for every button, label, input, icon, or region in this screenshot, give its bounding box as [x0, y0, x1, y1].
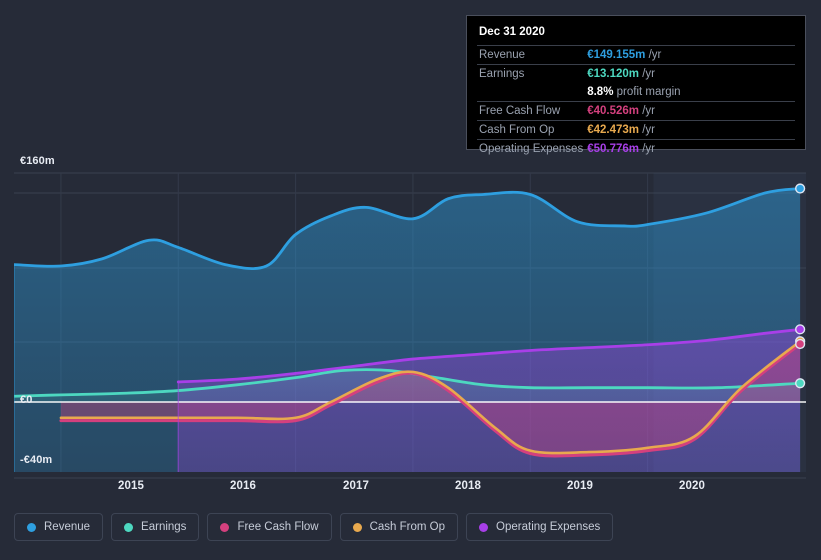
- legend-dot-free-cash-flow: [220, 522, 230, 532]
- tooltip-label-cash-from-op: Cash From Op: [477, 120, 586, 140]
- y-axis-label-0: €0: [20, 394, 33, 406]
- tooltip-row-revenue: Revenue €149.155m /yr: [477, 45, 795, 65]
- tooltip-row-operating-expenses: Operating Expenses €50.776m /yr: [477, 139, 795, 158]
- tooltip-amount-profit-margin: 8.8%: [587, 86, 614, 98]
- legend-item-cash-from-op[interactable]: Cash From Op: [339, 513, 459, 541]
- legend-label-operating-expenses: Operating Expenses: [496, 521, 601, 533]
- tooltip-label-revenue: Revenue: [477, 45, 586, 65]
- legend-item-free-cash-flow[interactable]: Free Cash Flow: [207, 513, 332, 541]
- tooltip-label-free-cash-flow: Free Cash Flow: [477, 101, 586, 121]
- legend-item-revenue[interactable]: Revenue: [14, 513, 104, 541]
- tooltip-table: Revenue €149.155m /yr Earnings €13.120m …: [477, 45, 795, 158]
- tooltip-value-operating-expenses: €50.776m /yr: [585, 139, 795, 158]
- legend-dot-operating-expenses: [479, 522, 489, 532]
- legend-dot-revenue: [27, 522, 36, 532]
- x-axis-label-2020: 2020: [679, 480, 705, 492]
- legend-label-earnings: Earnings: [141, 521, 187, 533]
- tooltip-date: Dec 31 2020: [479, 26, 545, 38]
- tooltip-amount-earnings: €13.120m: [587, 68, 639, 80]
- chart-tooltip: Dec 31 2020 Revenue €149.155m /yr Earnin…: [466, 15, 806, 158]
- legend-dot-cash-from-op: [352, 522, 362, 532]
- x-axis-label-2019: 2019: [567, 480, 593, 492]
- chart-legend: Revenue Earnings Free Cash Flow Cash Fro…: [14, 513, 614, 541]
- x-axis-label-2015: 2015: [118, 480, 144, 492]
- tooltip-row-profit-margin: 8.8% profit margin: [477, 83, 795, 102]
- tooltip-unit-profit-margin: profit margin: [616, 86, 681, 98]
- tooltip-amount-revenue: €149.155m: [587, 49, 646, 61]
- tooltip-amount-cash-from-op: €42.473m: [587, 124, 639, 136]
- tooltip-value-cash-from-op: €42.473m /yr: [585, 120, 795, 140]
- tooltip-unit-operating-expenses: /yr: [642, 143, 655, 155]
- tooltip-amount-operating-expenses: €50.776m: [587, 143, 639, 155]
- legend-item-operating-expenses[interactable]: Operating Expenses: [466, 513, 614, 541]
- tooltip-value-free-cash-flow: €40.526m /yr: [585, 101, 795, 121]
- y-axis-label-160m: €160m: [20, 155, 55, 167]
- tooltip-label-profit-margin: [477, 83, 585, 102]
- tooltip-value-revenue: €149.155m /yr: [585, 45, 795, 65]
- tooltip-unit-cash-from-op: /yr: [642, 124, 655, 136]
- tooltip-amount-free-cash-flow: €40.526m: [587, 105, 639, 117]
- tooltip-unit-free-cash-flow: /yr: [642, 105, 655, 117]
- tooltip-row-free-cash-flow: Free Cash Flow €40.526m /yr: [477, 101, 795, 121]
- legend-item-earnings[interactable]: Earnings: [111, 513, 200, 541]
- tooltip-label-operating-expenses: Operating Expenses: [477, 139, 586, 158]
- x-axis-label-2017: 2017: [343, 480, 369, 492]
- legend-label-cash-from-op: Cash From Op: [369, 521, 446, 533]
- legend-label-free-cash-flow: Free Cash Flow: [237, 521, 319, 533]
- tooltip-row-cash-from-op: Cash From Op €42.473m /yr: [477, 120, 795, 140]
- y-axis-label-neg40m: -€40m: [20, 454, 53, 466]
- tooltip-row-earnings: Earnings €13.120m /yr: [477, 64, 795, 83]
- x-axis-label-2018: 2018: [455, 480, 481, 492]
- tooltip-value-profit-margin: 8.8% profit margin: [585, 83, 795, 102]
- tooltip-label-earnings: Earnings: [477, 64, 586, 83]
- tooltip-unit-revenue: /yr: [648, 49, 662, 61]
- financial-chart-widget: €160m €0 -€40m 2015 2016 2017 2018 2019 …: [0, 0, 821, 560]
- tooltip-value-earnings: €13.120m /yr: [585, 64, 795, 83]
- tooltip-unit-earnings: /yr: [642, 68, 655, 80]
- legend-label-revenue: Revenue: [44, 521, 91, 533]
- x-axis-label-2016: 2016: [230, 480, 256, 492]
- legend-dot-earnings: [124, 522, 134, 532]
